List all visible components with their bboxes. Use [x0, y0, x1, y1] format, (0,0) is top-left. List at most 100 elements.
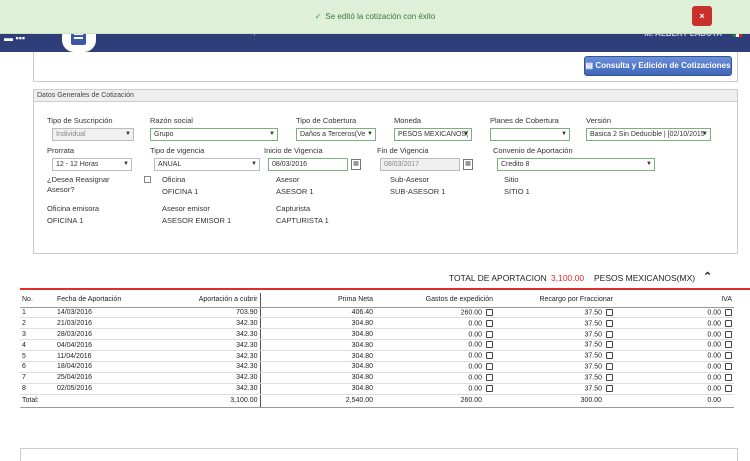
- edit-icon[interactable]: [725, 374, 732, 382]
- menu-grid-icon[interactable]: ▬ ▪▪▪: [4, 33, 25, 43]
- asesor-label: Asesor: [276, 175, 300, 184]
- col-header-prima: Prima Neta: [260, 293, 375, 308]
- cell-fecha: 04/04/2016: [55, 339, 140, 352]
- cell-iva: 0.00: [615, 361, 734, 373]
- edit-icon[interactable]: [606, 385, 613, 392]
- edit-icon[interactable]: [606, 330, 613, 338]
- convenio-label: Convenio de Aportación: [493, 146, 573, 155]
- edit-icon[interactable]: [486, 319, 493, 327]
- chevron-down-icon: ▼: [125, 131, 131, 137]
- prorrata-label: Prorrata: [47, 146, 75, 155]
- edit-icon[interactable]: [725, 319, 732, 327]
- cell-iva: 0.00: [615, 339, 734, 352]
- version-select[interactable]: Basica 2 Sin Deducible | [02/10/2015 ▼: [586, 128, 711, 141]
- datos-generales-panel: Datos Generales de Cotización Tipo de Su…: [33, 89, 738, 254]
- edit-icon[interactable]: [606, 341, 613, 349]
- cell-iva-value: 0.00: [707, 385, 721, 393]
- calendar-icon[interactable]: ▦: [463, 159, 473, 170]
- edit-icon[interactable]: [606, 319, 613, 327]
- cell-prima: 304.80: [260, 361, 375, 373]
- tipo-cobertura-select[interactable]: Daños a Terceros(Ve ▼: [296, 128, 376, 141]
- edit-icon[interactable]: [486, 341, 493, 349]
- cell-prima: 304.80: [260, 383, 375, 395]
- razon-social-select[interactable]: Grupo ▼: [150, 128, 278, 141]
- cell-no: 6: [20, 361, 55, 373]
- cell-prima: 304.80: [260, 317, 375, 330]
- capturista-label: Capturista: [276, 204, 311, 213]
- cell-gastos-value: 0.00: [468, 374, 482, 382]
- check-icon: ✓: [314, 12, 322, 21]
- cell-fecha: 25/04/2016: [55, 372, 140, 384]
- prorrata-select[interactable]: 12 - 12 Horas ▼: [52, 158, 132, 171]
- table-total-row: Total: 3,100.00 2,540.00 260.00 300.00 0.00: [20, 394, 734, 408]
- chevron-down-icon: ▼: [269, 131, 275, 137]
- cell-prima: 304.80: [260, 350, 375, 362]
- table-row: 2 21/03/2016 342.30 304.80 0.00 37.50 0.00: [20, 317, 734, 330]
- reasignar-checkbox[interactable]: [144, 176, 151, 183]
- asesor-emisor-value: ASESOR EMISOR 1: [162, 216, 232, 225]
- cell-fecha: 21/03/2016: [55, 317, 140, 330]
- edit-icon[interactable]: [725, 330, 732, 338]
- table-row: 3 28/03/2016 342.30 304.80 0.00 37.50 0.00: [20, 328, 734, 341]
- cell-prima: 304.80: [260, 372, 375, 384]
- fin-vigencia-label: Fin de Vigencia: [377, 146, 429, 155]
- col-header-recargo: Recargo por Fraccionar: [495, 293, 615, 308]
- convenio-select[interactable]: Credito 8 ▼: [497, 158, 655, 171]
- fin-vigencia-input[interactable]: 08/03/2017: [380, 158, 460, 171]
- cell-iva: 0.00: [615, 350, 734, 362]
- total-prima: 2,540.00: [260, 394, 375, 408]
- moneda-select[interactable]: PESOS MEXICANOS(▼: [394, 128, 472, 141]
- cell-aportacion: 342.30: [140, 383, 261, 395]
- cell-gastos-value: 0.00: [468, 341, 482, 349]
- edit-icon[interactable]: [725, 385, 732, 392]
- tipo-vigencia-select[interactable]: ANUAL ▼: [154, 158, 260, 171]
- reasignar-label-line1: ¿Desea Reasignar: [47, 175, 110, 184]
- edit-icon[interactable]: [486, 308, 493, 316]
- total-aportacion-amount: 3,100.00: [551, 273, 585, 283]
- planes-cobertura-select[interactable]: ▼: [490, 128, 570, 141]
- consulta-edicion-button[interactable]: ▤ Consulta y Edición de Cotizaciones: [584, 56, 732, 76]
- total-gastos-cell: 260.00: [375, 394, 495, 408]
- edit-icon[interactable]: [725, 341, 732, 349]
- edit-icon[interactable]: [725, 352, 732, 360]
- edit-icon[interactable]: [725, 363, 732, 371]
- cell-iva: 0.00: [615, 372, 734, 384]
- cell-iva: 0.00: [615, 317, 734, 330]
- close-toast-button[interactable]: ×: [692, 6, 712, 26]
- cell-iva-value: 0.00: [707, 320, 721, 327]
- col-header-iva: IVA: [615, 293, 734, 308]
- total-currency: PESOS MEXICANOS(MX): [594, 273, 696, 283]
- cell-iva: 0.00: [615, 328, 734, 341]
- cell-recargo-value: 37.50: [584, 320, 602, 327]
- edit-icon[interactable]: [606, 363, 613, 371]
- chevron-up-icon[interactable]: ⌃: [703, 270, 712, 283]
- inicio-vigencia-input[interactable]: 08/03/2016: [268, 158, 348, 171]
- edit-icon[interactable]: [486, 330, 493, 338]
- edit-icon[interactable]: [606, 374, 613, 382]
- sitio-label: Sitio: [504, 175, 519, 184]
- edit-icon[interactable]: [486, 385, 493, 392]
- table-header-row: No. Fecha de Aportación Aportación a cub…: [20, 293, 734, 308]
- total-fecha: [55, 394, 140, 408]
- cell-iva-value: 0.00: [707, 352, 721, 360]
- edit-icon[interactable]: [725, 308, 732, 316]
- calendar-icon[interactable]: ▦: [351, 159, 361, 170]
- edit-icon[interactable]: [606, 308, 613, 316]
- capturista-value: CAPTURISTA 1: [276, 216, 329, 225]
- total-gastos: 260.00: [460, 397, 482, 405]
- asesor-value: ASESOR 1: [276, 187, 314, 196]
- cell-iva-value: 0.00: [707, 374, 721, 382]
- cell-gastos: 0.00: [375, 317, 495, 330]
- cell-recargo: 37.50: [495, 372, 615, 384]
- cell-no: 2: [20, 317, 55, 330]
- edit-icon[interactable]: [486, 374, 493, 382]
- edit-icon[interactable]: [486, 352, 493, 360]
- edit-icon[interactable]: [606, 352, 613, 360]
- cell-recargo-value: 37.50: [584, 330, 602, 338]
- document-icon: ▤: [585, 61, 596, 70]
- tipo-suscripcion-select[interactable]: Individual ▼: [52, 128, 134, 141]
- table-row: 7 25/04/2016 342.30 304.80 0.00 37.50 0.00: [20, 372, 734, 384]
- edit-icon[interactable]: [486, 363, 493, 371]
- total-recargo: 300.00: [580, 397, 602, 405]
- tipo-vigencia-label: Tipo de vigencia: [150, 146, 205, 155]
